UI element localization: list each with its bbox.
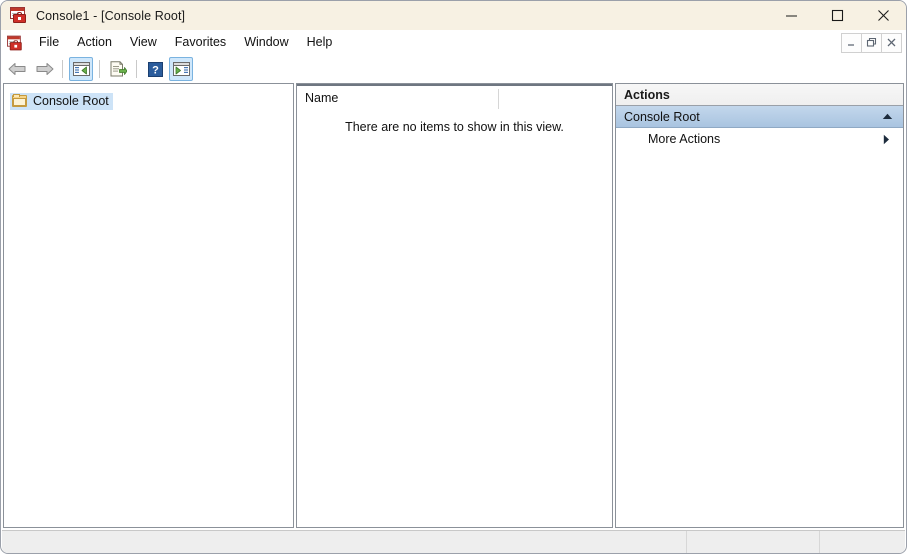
actions-group-console-root[interactable]: Console Root bbox=[616, 106, 903, 128]
export-list-button[interactable] bbox=[106, 57, 130, 81]
panes-container: Console Root Name There are no items to … bbox=[1, 83, 906, 528]
results-list-pane: Name There are no items to show in this … bbox=[296, 83, 613, 528]
menu-item-window[interactable]: Window bbox=[235, 32, 297, 53]
action-item-label: More Actions bbox=[648, 132, 721, 146]
svg-text:?: ? bbox=[152, 64, 159, 76]
tree-item-console-root[interactable]: Console Root bbox=[10, 92, 113, 110]
triangle-right-icon[interactable] bbox=[883, 134, 890, 145]
status-segment-tertiary bbox=[820, 531, 905, 553]
empty-list-message: There are no items to show in this view. bbox=[345, 120, 564, 134]
status-segment-main bbox=[2, 531, 687, 553]
maximize-button[interactable] bbox=[814, 1, 860, 30]
status-bar bbox=[2, 530, 905, 553]
help-button[interactable]: ? bbox=[143, 57, 167, 81]
mmc-main-window: Console1 - [Console Root] File Action Vi… bbox=[0, 0, 907, 554]
menu-bar: File Action View Favorites Window Help bbox=[1, 30, 906, 55]
column-divider[interactable] bbox=[498, 89, 499, 109]
menu-item-view[interactable]: View bbox=[121, 32, 166, 53]
toolbar: ? bbox=[1, 55, 906, 83]
menu-item-file[interactable]: File bbox=[30, 32, 68, 53]
console-tree-pane: Console Root bbox=[3, 83, 294, 528]
mdi-minimize-button[interactable] bbox=[841, 32, 862, 53]
mmc-console-icon bbox=[10, 6, 28, 25]
actions-group-label: Console Root bbox=[624, 109, 700, 124]
close-button[interactable] bbox=[860, 1, 906, 30]
tree-item-selected-highlight[interactable]: Console Root bbox=[10, 92, 113, 110]
column-header-name[interactable]: Name bbox=[305, 91, 338, 105]
forward-button[interactable] bbox=[32, 57, 56, 81]
mdi-window-controls bbox=[841, 32, 902, 53]
window-controls bbox=[768, 1, 906, 30]
menu-item-help[interactable]: Help bbox=[298, 32, 342, 53]
action-item-more-actions[interactable]: More Actions bbox=[616, 128, 903, 150]
list-column-header: Name bbox=[297, 84, 612, 109]
chevron-up-icon[interactable] bbox=[882, 113, 893, 120]
toolbar-separator bbox=[99, 60, 100, 78]
window-title: Console1 - [Console Root] bbox=[36, 8, 186, 23]
status-segment-secondary bbox=[687, 531, 820, 553]
mmc-system-icon[interactable] bbox=[7, 35, 22, 50]
toolbar-separator bbox=[136, 60, 137, 78]
folder-icon bbox=[12, 93, 28, 108]
mdi-restore-button[interactable] bbox=[861, 32, 882, 53]
actions-pane: Actions Console Root More Actions bbox=[615, 83, 904, 528]
menu-item-action[interactable]: Action bbox=[68, 32, 121, 53]
tree-item-label: Console Root bbox=[33, 93, 109, 108]
actions-pane-title: Actions bbox=[616, 84, 903, 106]
show-hide-action-pane-button[interactable] bbox=[169, 57, 193, 81]
show-hide-console-tree-button[interactable] bbox=[69, 57, 93, 81]
title-bar: Console1 - [Console Root] bbox=[1, 1, 906, 30]
minimize-button[interactable] bbox=[768, 1, 814, 30]
mdi-close-button[interactable] bbox=[881, 32, 902, 53]
back-button[interactable] bbox=[6, 57, 30, 81]
toolbar-separator bbox=[62, 60, 63, 78]
actions-pane-title-label: Actions bbox=[624, 87, 670, 102]
menu-item-favorites[interactable]: Favorites bbox=[166, 32, 235, 53]
